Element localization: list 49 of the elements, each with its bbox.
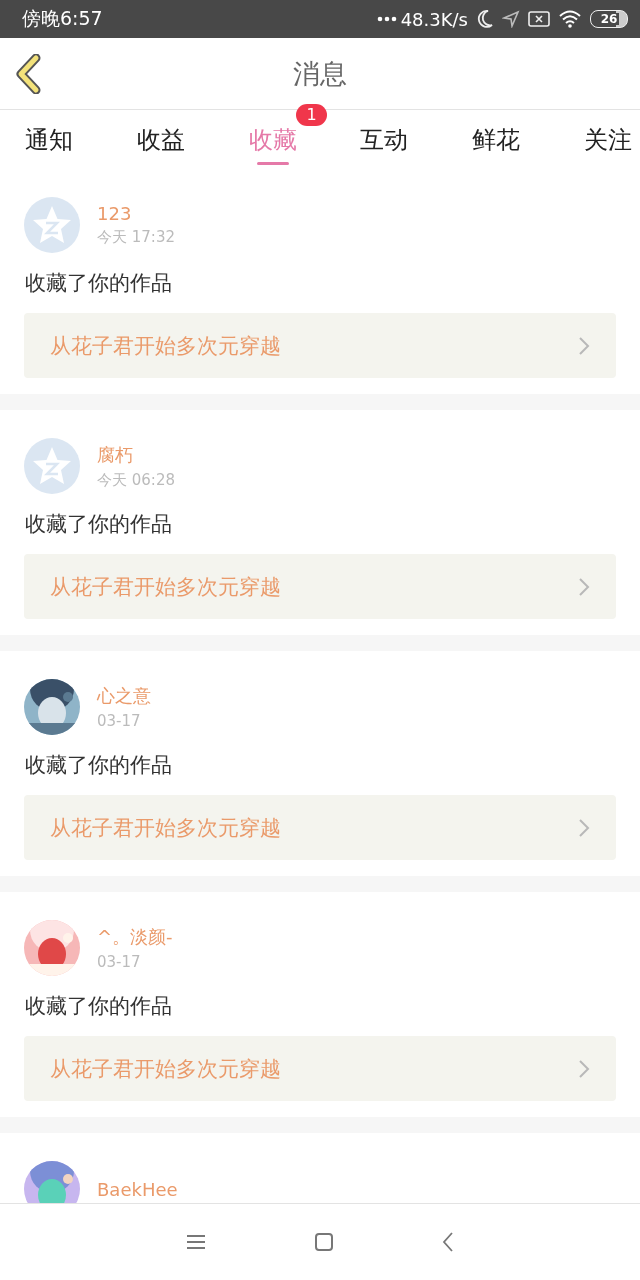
work-link[interactable]: 从花子君开始多次元穿越	[24, 554, 616, 619]
message-time: 今天 17:32	[97, 228, 175, 247]
message-text: 收藏了你的作品	[25, 993, 173, 1020]
chevron-right-icon	[578, 576, 590, 597]
back-button[interactable]	[16, 53, 42, 94]
tab[interactable]: 通知	[25, 110, 73, 160]
page-title: 消息	[292, 56, 348, 91]
user-name[interactable]: BaekHee	[97, 1178, 178, 1200]
tab[interactable]: 鲜花	[472, 110, 521, 160]
work-title: 从花子君开始多次元穿越	[50, 814, 281, 842]
back-icon	[442, 1231, 454, 1253]
network-speed: 48.3K/s	[400, 8, 468, 30]
tab[interactable]: 关注	[584, 110, 632, 160]
tab[interactable]: 互动	[360, 110, 409, 160]
work-link[interactable]: 从花子君开始多次元穿越	[24, 313, 616, 378]
status-time: 傍晚6:57	[22, 6, 103, 31]
chevron-right-icon	[578, 335, 590, 356]
tab-underline	[256, 162, 289, 165]
message-text: 收藏了你的作品	[25, 752, 173, 779]
tab[interactable]: 收藏	[248, 110, 297, 160]
message-text: 收藏了你的作品	[25, 511, 173, 538]
star-avatar-icon	[24, 438, 80, 494]
sim-off-icon	[528, 10, 550, 28]
chevron-right-icon	[578, 1058, 590, 1079]
user-name[interactable]: 腐朽	[97, 442, 175, 467]
wifi-icon	[558, 9, 582, 29]
message-time: 今天 06:28	[97, 470, 175, 490]
user-name[interactable]: 123	[97, 203, 175, 224]
count-badge: 1	[296, 104, 327, 126]
square-icon	[314, 1232, 334, 1252]
work-title: 从花子君开始多次元穿越	[50, 1055, 281, 1083]
menu-icon	[186, 1234, 206, 1250]
chevron-right-icon	[578, 817, 590, 838]
star-avatar-icon	[24, 197, 80, 253]
moon-icon	[476, 9, 494, 29]
dots-icon	[376, 16, 397, 22]
work-link[interactable]: 从花子君开始多次元穿越	[24, 795, 616, 860]
message-text: 收藏了你的作品	[25, 270, 173, 297]
work-link[interactable]: 从花子君开始多次元穿越	[24, 1036, 616, 1101]
battery-level: 26	[598, 13, 620, 25]
work-title: 从花子君开始多次元穿越	[50, 573, 281, 601]
message-time: 03-17	[97, 953, 142, 971]
location-arrow-icon	[502, 10, 520, 28]
user-name[interactable]: 心之意	[97, 684, 151, 708]
message-time: 03-17	[97, 712, 142, 730]
back-icon	[16, 53, 42, 94]
work-title: 从花子君开始多次元穿越	[50, 332, 281, 360]
user-name[interactable]: ^。淡颜-	[97, 925, 173, 949]
tab[interactable]: 收益	[136, 110, 185, 160]
